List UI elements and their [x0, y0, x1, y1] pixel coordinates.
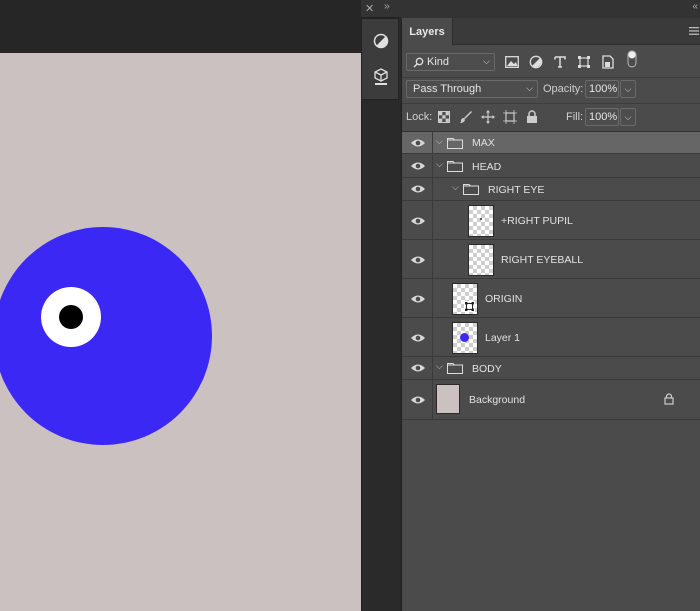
lock-label: Lock: [406, 111, 433, 123]
collapse-icon[interactable]: ›› [384, 1, 390, 12]
divider [432, 318, 433, 356]
opacity-label: Opacity: [543, 83, 584, 95]
tab-layers[interactable]: Layers [402, 18, 453, 45]
lock-image-pixels-icon[interactable] [458, 109, 474, 125]
divider [432, 132, 433, 153]
layer-name: +RIGHT PUPIL [501, 215, 573, 227]
fill-label: Fill: [566, 111, 584, 123]
layer-name: RIGHT EYE [488, 184, 545, 196]
3d-object-icon[interactable] [369, 65, 393, 89]
chevron-down-icon[interactable]: ⌵ [436, 361, 443, 372]
pixel-layer-filter-icon[interactable] [504, 54, 520, 70]
lock-artboard-icon[interactable] [502, 109, 518, 125]
layer-name: BODY [472, 363, 502, 375]
folder-icon [447, 161, 463, 172]
filter-toggle-switch[interactable] [624, 50, 640, 68]
lock-icon[interactable] [664, 393, 674, 405]
layer-row-right-eyeball[interactable]: RIGHT EYEBALL [402, 240, 700, 279]
type-layer-filter-icon[interactable] [552, 54, 568, 70]
chevron-down-icon: ⌵ [526, 83, 533, 93]
layer-row-body[interactable]: ⌵ BODY [402, 357, 700, 380]
layer-thumbnail [436, 384, 460, 414]
chevron-down-icon[interactable]: ⌵ [436, 136, 443, 147]
visibility-eye-icon[interactable] [410, 215, 426, 227]
dock-header: ✕ ›› [361, 0, 401, 18]
fill-dropdown-button[interactable]: ⌵ [620, 108, 636, 126]
folder-icon [463, 184, 479, 195]
visibility-eye-icon[interactable] [410, 394, 426, 406]
visibility-eye-icon[interactable] [410, 254, 426, 266]
visibility-eye-icon[interactable] [410, 137, 426, 149]
search-icon [413, 57, 424, 68]
adjustment-layer-filter-icon[interactable] [528, 54, 544, 70]
layer-row-right-eye[interactable]: ⌵ RIGHT EYE [402, 178, 700, 201]
divider [402, 77, 700, 78]
layer-name: Layer 1 [485, 332, 521, 344]
layer-name: HEAD [472, 161, 502, 173]
layer-thumbnail [468, 205, 494, 237]
visibility-eye-icon[interactable] [410, 183, 426, 195]
divider [432, 155, 433, 177]
chevron-down-icon[interactable]: ⌵ [436, 159, 443, 170]
shape-layer-filter-icon[interactable] [576, 54, 592, 70]
panel-tab-row: Layers [402, 18, 700, 45]
layer-row-head[interactable]: ⌵ HEAD [402, 155, 700, 178]
divider [432, 240, 433, 278]
chevron-down-icon: ⌵ [483, 56, 490, 66]
layer-row-background[interactable]: Background [402, 380, 700, 420]
head-circle [0, 227, 212, 445]
close-icon[interactable]: ✕ [365, 2, 374, 15]
layer-row-right-pupil[interactable]: +RIGHT PUPIL [402, 201, 700, 240]
lock-transparent-pixels-icon[interactable] [436, 109, 452, 125]
divider [432, 357, 433, 379]
layer-thumbnail [452, 322, 478, 354]
dock-panel-strip [361, 18, 399, 100]
layer-name: MAX [472, 137, 495, 149]
visibility-eye-icon[interactable] [410, 332, 426, 344]
lock-position-icon[interactable] [480, 109, 496, 125]
layer-row-layer-1[interactable]: Layer 1 [402, 318, 700, 357]
blend-mode-select[interactable]: Pass Through ⌵ [406, 80, 538, 98]
canvas-artwork [0, 227, 212, 445]
document-canvas[interactable] [0, 53, 361, 611]
layer-thumbnail [468, 244, 494, 276]
blend-mode-value: Pass Through [413, 83, 482, 95]
chevron-down-icon[interactable]: ⌵ [452, 182, 459, 193]
divider [432, 201, 433, 239]
fill-value: 100% [589, 111, 618, 123]
layers-list: ⌵ MAX ⌵ HEAD ⌵ RIGHT EYE +RIGHT PUPIL RI… [402, 131, 700, 421]
layers-panel: Layers Kind ⌵ Pass Through ⌵ Opacity: 10… [401, 18, 700, 611]
shape-badge-icon [464, 301, 475, 312]
layer-name: Background [469, 394, 526, 406]
opacity-value: 100% [589, 83, 618, 95]
chevron-down-icon: ⌵ [624, 83, 632, 94]
layer-name: ORIGIN [485, 293, 523, 305]
folder-icon [447, 138, 463, 149]
chevron-down-icon: ⌵ [624, 111, 632, 122]
smart-object-filter-icon[interactable] [600, 54, 616, 70]
divider [432, 178, 433, 200]
lock-all-icon[interactable] [524, 109, 540, 125]
filter-kind-select[interactable]: Kind ⌵ [406, 53, 495, 71]
collapse-icon[interactable]: ‹‹ [692, 1, 698, 12]
layer-row-max[interactable]: ⌵ MAX [402, 132, 700, 154]
adjustments-icon[interactable] [369, 29, 393, 53]
layer-name: RIGHT EYEBALL [501, 254, 584, 266]
panel-menu-icon[interactable] [689, 26, 699, 36]
right-pupil [59, 305, 83, 329]
filter-kind-label: Kind [427, 56, 450, 68]
opacity-dropdown-button[interactable]: ⌵ [620, 80, 636, 98]
folder-icon [447, 363, 463, 374]
opacity-input[interactable]: 100% [585, 80, 619, 98]
layer-row-origin[interactable]: ORIGIN [402, 279, 700, 318]
fill-input[interactable]: 100% [585, 108, 619, 126]
divider [432, 279, 433, 317]
panel-top-bar: ‹‹ [401, 0, 700, 18]
divider [402, 103, 700, 104]
visibility-eye-icon[interactable] [410, 160, 426, 172]
document-top-bar [0, 0, 361, 53]
divider [432, 380, 433, 419]
visibility-eye-icon[interactable] [410, 362, 426, 374]
visibility-eye-icon[interactable] [410, 293, 426, 305]
